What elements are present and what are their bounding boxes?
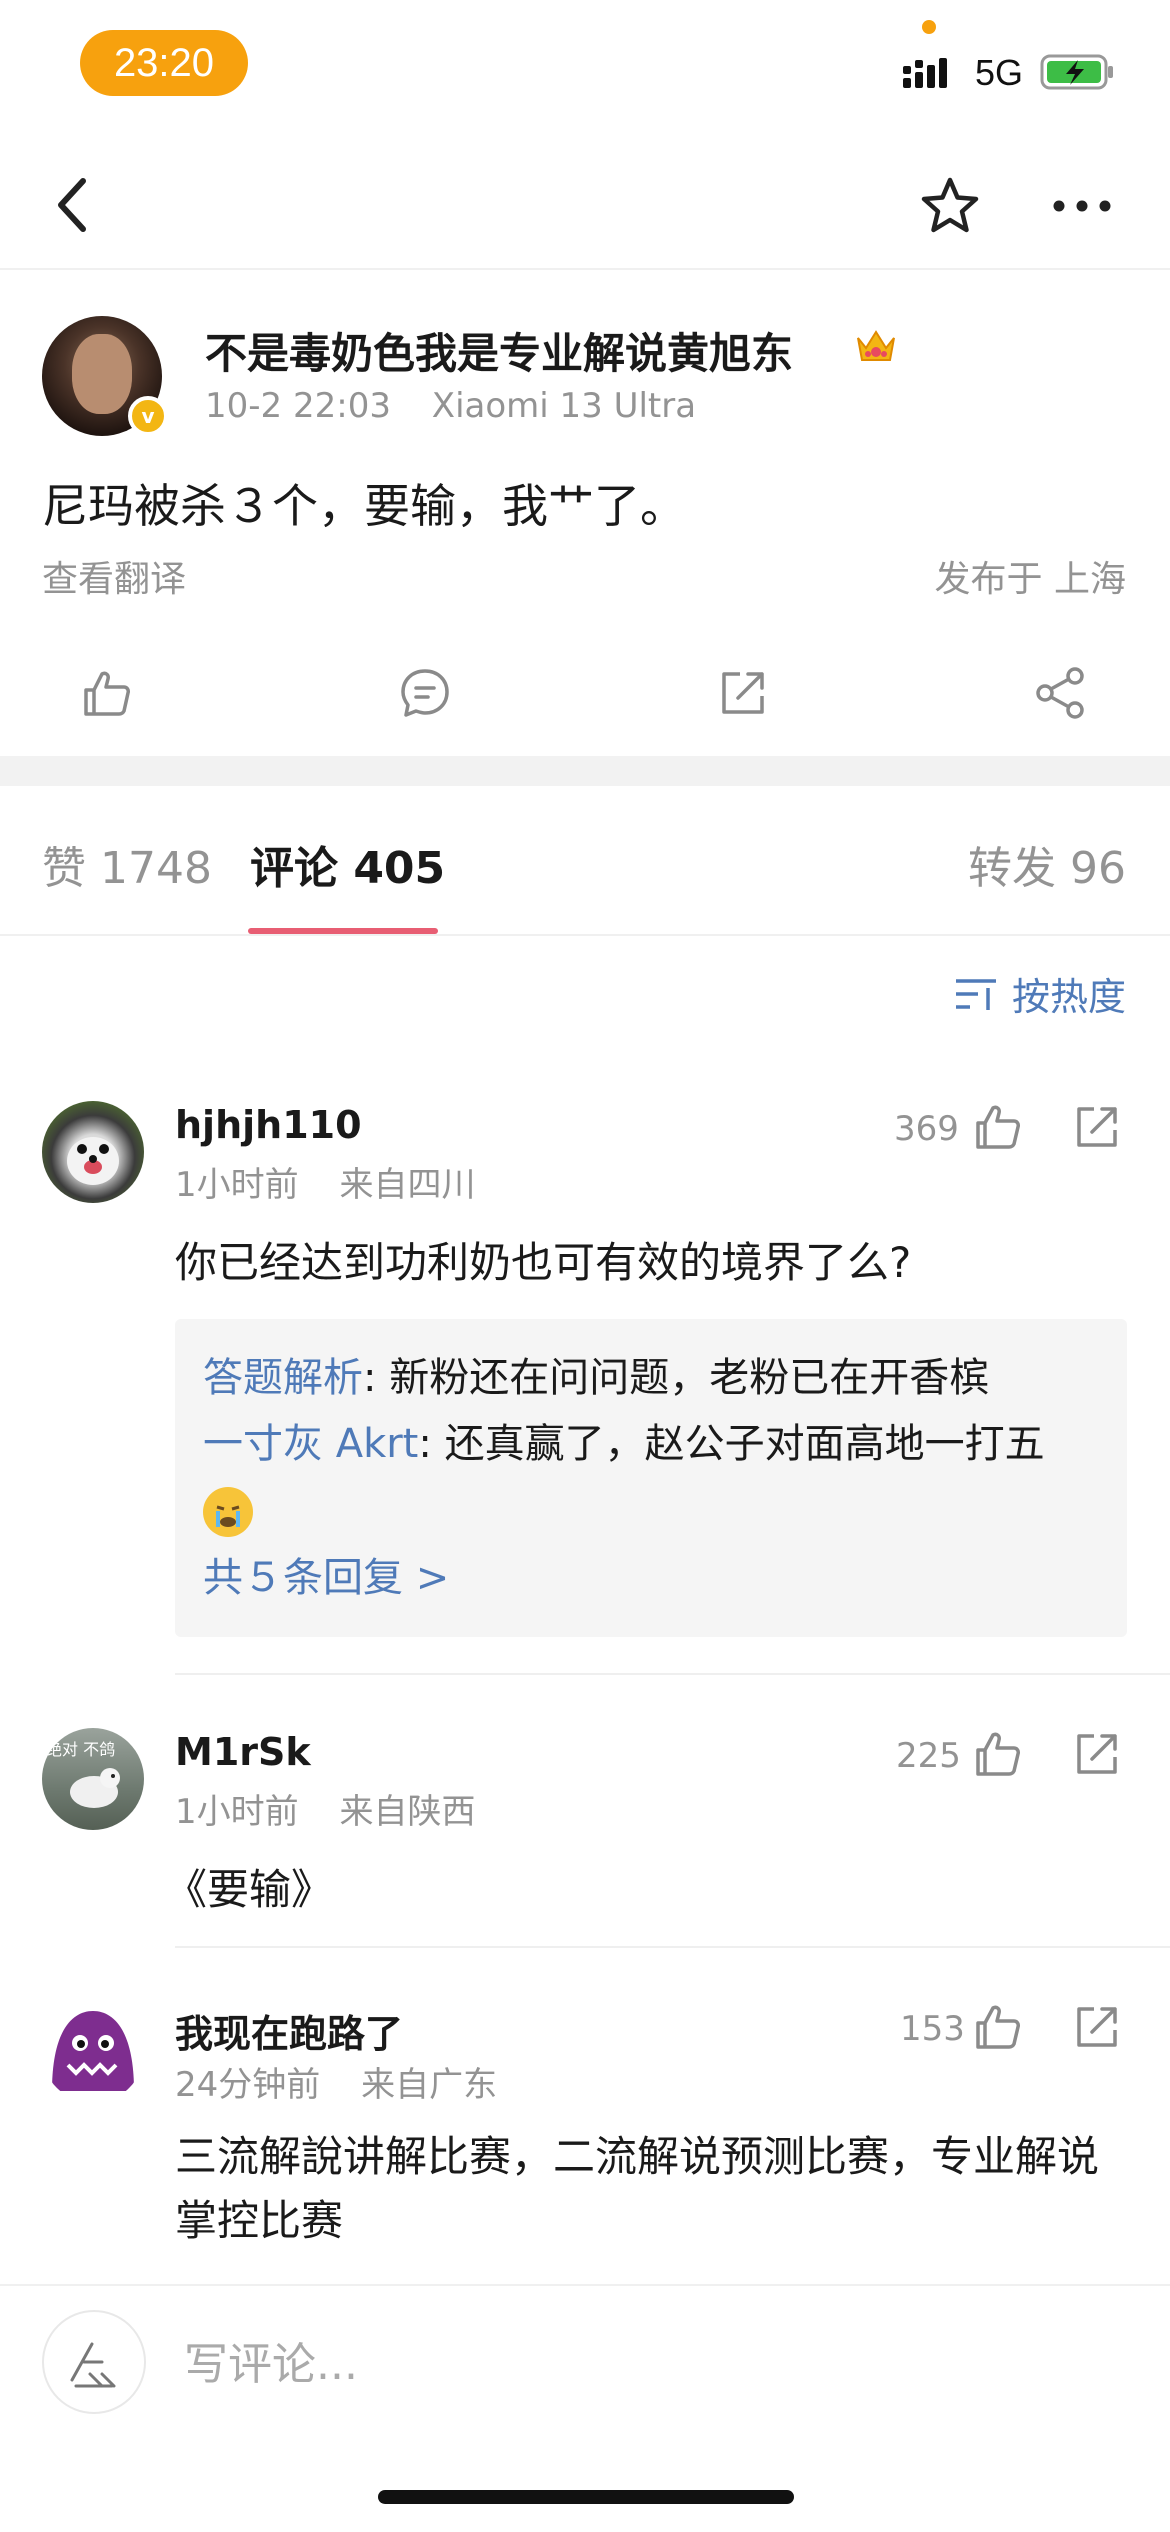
crying-emoji-icon [203, 1487, 253, 1537]
status-time: 23:20 [80, 30, 248, 96]
home-indicator [378, 2490, 794, 2504]
comment-origin: 来自陕西 [339, 1792, 476, 1832]
comment-time: 1小时前 [175, 1792, 299, 1832]
comment-share-icon[interactable] [1072, 1101, 1124, 1153]
comment-like-count: 225 [896, 1736, 961, 1776]
share-button[interactable] [1026, 658, 1096, 728]
post-action-row [0, 640, 1170, 740]
comment-share-icon[interactable] [1072, 1728, 1124, 1780]
sort-label: 按热度 [1011, 975, 1126, 1019]
recording-indicator [922, 20, 936, 34]
comment-author[interactable]: 我现在跑路了 [175, 2003, 403, 2058]
comment-like-icon[interactable] [972, 1728, 1024, 1780]
thumbs-up-icon [84, 671, 130, 716]
signal-icon [903, 58, 947, 88]
post-text: 尼玛被杀３个，要输，我艹了。 [42, 479, 686, 533]
comment-origin: 来自四川 [339, 1165, 476, 1205]
comment-avatar[interactable]: 绝对 不鸽 [42, 1728, 144, 1830]
reply-text: : 还真赢了，赵公子对面高地一打五 [418, 1421, 1045, 1467]
comment-button[interactable] [390, 658, 460, 728]
translate-link[interactable]: 查看翻译 [42, 550, 186, 602]
reply-item: 答题解析: 新粉还在问问题，老粉已在开香槟 [203, 1345, 1099, 1411]
author-name[interactable]: 不是毒奶色我是专业解说黄旭东 [205, 320, 793, 381]
comment-avatar[interactable] [42, 2001, 144, 2103]
like-button[interactable] [72, 658, 142, 728]
post: v 不是毒奶色我是专业解说黄旭东 10-2 22:03 Xiaomi 13 Ul… [0, 270, 1170, 760]
share-external-icon [722, 672, 764, 714]
comment-meta: 1小时前 来自陕西 [175, 1784, 505, 1833]
share-nodes-icon [1036, 667, 1084, 719]
comment-time: 1小时前 [175, 1165, 299, 1205]
star-icon [921, 177, 979, 233]
favorite-button[interactable] [912, 168, 988, 244]
more-button[interactable] [1044, 176, 1120, 236]
comment-meta: 24分钟前 来自广东 [175, 2057, 527, 2106]
comment-like-count: 153 [900, 2009, 965, 2049]
reply-text: : 新粉还在问问题，老粉已在开香槟 [363, 1355, 990, 1401]
comment-input-bar: 写评论... [0, 2284, 1170, 2434]
chevron-left-icon [58, 178, 86, 232]
view-all-replies-link[interactable]: 共５条回复 > [203, 1545, 1099, 1611]
more-dots-icon [1053, 200, 1111, 212]
section-divider [0, 756, 1170, 786]
tab-reposts[interactable]: 转发 96 [968, 832, 1126, 896]
comment-author[interactable]: hjhjh110 [175, 1103, 362, 1147]
dog-avatar-image [67, 1137, 119, 1185]
repost-button[interactable] [708, 658, 778, 728]
post-device: Xiaomi 13 Ultra [431, 386, 697, 426]
post-meta: 10-2 22:03 Xiaomi 13 Ultra [205, 386, 726, 426]
tab-comments[interactable]: 评论 405 [250, 832, 445, 896]
verified-badge-icon: v [128, 396, 168, 436]
comment-author[interactable]: M1rSk [175, 1730, 311, 1774]
post-date: 10-2 22:03 [205, 386, 391, 426]
comment-like-count: 369 [894, 1109, 959, 1149]
status-bar: 23:20 5G [0, 0, 1170, 130]
nav-bar [0, 140, 1170, 270]
active-tab-indicator [248, 928, 438, 934]
sort-button[interactable]: 按热度 [954, 966, 1126, 1021]
reply-author[interactable]: 答题解析 [203, 1355, 363, 1401]
comment-share-icon[interactable] [1072, 2001, 1124, 2053]
reply-preview[interactable]: 答题解析: 新粉还在问问题，老粉已在开香槟 一寸灰 Akrt: 还真赢了，赵公子… [175, 1319, 1127, 1637]
comment-like-icon[interactable] [972, 2001, 1024, 2053]
sort-icon [955, 978, 996, 1010]
back-button[interactable] [38, 170, 108, 240]
default-avatar-icon [70, 2342, 116, 2388]
comment-avatar[interactable] [42, 1101, 144, 1203]
comment-input[interactable]: 写评论... [184, 2328, 358, 2392]
comment-meta: 1小时前 来自四川 [175, 1157, 505, 1206]
comment-origin: 来自广东 [361, 2065, 498, 2105]
network-type: 5G [975, 52, 1024, 93]
comment-text: 三流解說讲解比赛，二流解说预测比赛，专业解说掌控比赛 [175, 2132, 1100, 2245]
monster-avatar-image [52, 2011, 134, 2091]
comment-separator [175, 1946, 1170, 1948]
reply-item: 一寸灰 Akrt: 还真赢了，赵公子对面高地一打五 [203, 1411, 1099, 1543]
reply-author[interactable]: 一寸灰 Akrt [203, 1421, 418, 1467]
interaction-tabs: 赞 1748 评论 405 转发 96 [0, 786, 1170, 936]
comment-text: 你已经达到功利奶也可有效的境界了么? [175, 1238, 912, 1287]
comment-separator [175, 1673, 1170, 1675]
comment-icon [401, 669, 449, 717]
post-location: 发布于 上海 [934, 559, 1126, 600]
comment-time: 24分钟前 [175, 2065, 321, 2105]
avatar-caption: 绝对 不鸽 [46, 1740, 116, 1759]
crown-icon [857, 330, 895, 361]
comment-like-icon[interactable] [972, 1101, 1024, 1153]
tab-likes[interactable]: 赞 1748 [42, 832, 212, 896]
battery-icon [1040, 54, 1113, 90]
user-avatar[interactable] [42, 2310, 146, 2414]
comment-text: 《要输》 [165, 1865, 334, 1914]
